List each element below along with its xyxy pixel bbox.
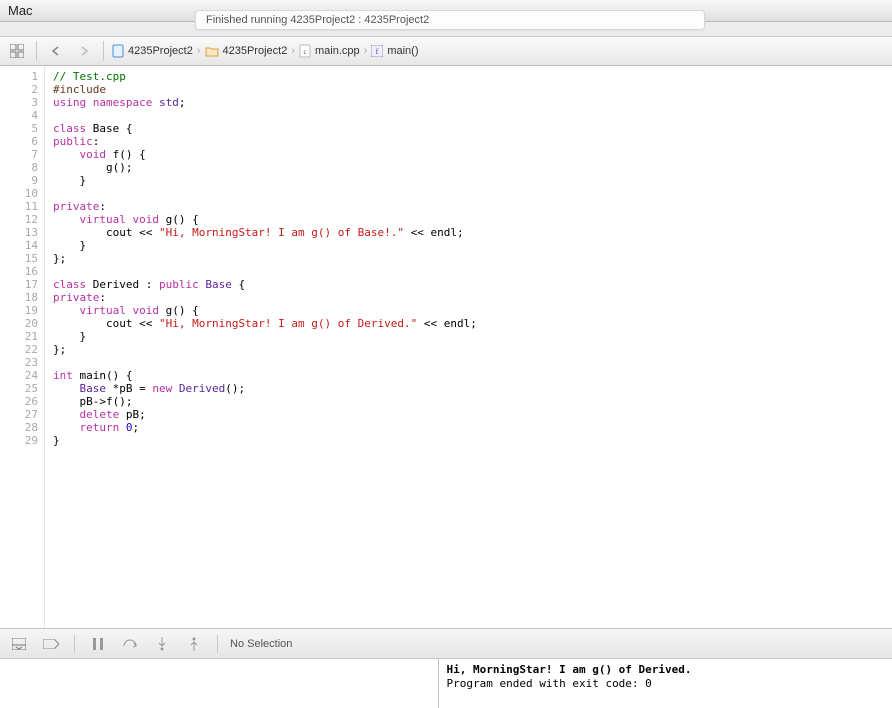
svg-text:c: c [303,48,306,56]
crumb-label: 4235Project2 [128,45,193,57]
step-out-icon[interactable] [183,633,205,655]
back-button[interactable] [45,40,67,62]
breadcrumb: 4235Project2 › 4235Project2 › c main.cpp… [112,44,418,58]
debug-bar: No Selection [0,628,892,658]
app-menu[interactable]: Mac [8,3,33,18]
selection-status: No Selection [230,638,292,650]
step-over-icon[interactable] [119,633,141,655]
c-file-icon: c [299,44,311,58]
crumb-label: main.cpp [315,45,360,57]
chevron-right-icon: › [197,45,201,57]
chevron-right-icon: › [364,45,368,57]
status-text: Finished running 4235Project2 : 4235Proj… [206,14,429,26]
editor-area: 1234567891011121314151617181920212223242… [0,66,892,628]
folder-icon [205,45,219,57]
output-pane[interactable]: Hi, MorningStar! I am g() of Derived. Pr… [439,659,892,708]
chevron-right-icon: › [291,45,295,57]
code-editor[interactable]: // Test.cpp #include using namespace std… [44,66,892,628]
variables-pane[interactable] [0,659,439,708]
svg-text:f: f [376,47,379,56]
step-into-icon[interactable] [151,633,173,655]
crumb-project[interactable]: 4235Project2 [112,44,193,58]
function-icon: f [371,45,383,57]
crumb-folder[interactable]: 4235Project2 [205,45,288,57]
console-row: Hi, MorningStar! I am g() of Derived. Pr… [0,658,892,708]
editor-toolbar: 4235Project2 › 4235Project2 › c main.cpp… [0,36,892,66]
activity-status: Finished running 4235Project2 : 4235Proj… [195,10,705,30]
breakpoint-icon[interactable] [40,633,62,655]
console-line: Hi, MorningStar! I am g() of Derived. [447,663,692,676]
crumb-label: main() [387,45,418,57]
pause-icon[interactable] [87,633,109,655]
related-items-icon[interactable] [6,40,28,62]
project-icon [112,44,124,58]
crumb-symbol[interactable]: f main() [371,45,418,57]
left-strip [0,66,10,628]
console-line: Program ended with exit code: 0 [447,677,652,690]
line-gutter: 1234567891011121314151617181920212223242… [10,66,44,628]
crumb-label: 4235Project2 [223,45,288,57]
toggle-console-icon[interactable] [8,633,30,655]
forward-button[interactable] [73,40,95,62]
crumb-file[interactable]: c main.cpp [299,44,360,58]
